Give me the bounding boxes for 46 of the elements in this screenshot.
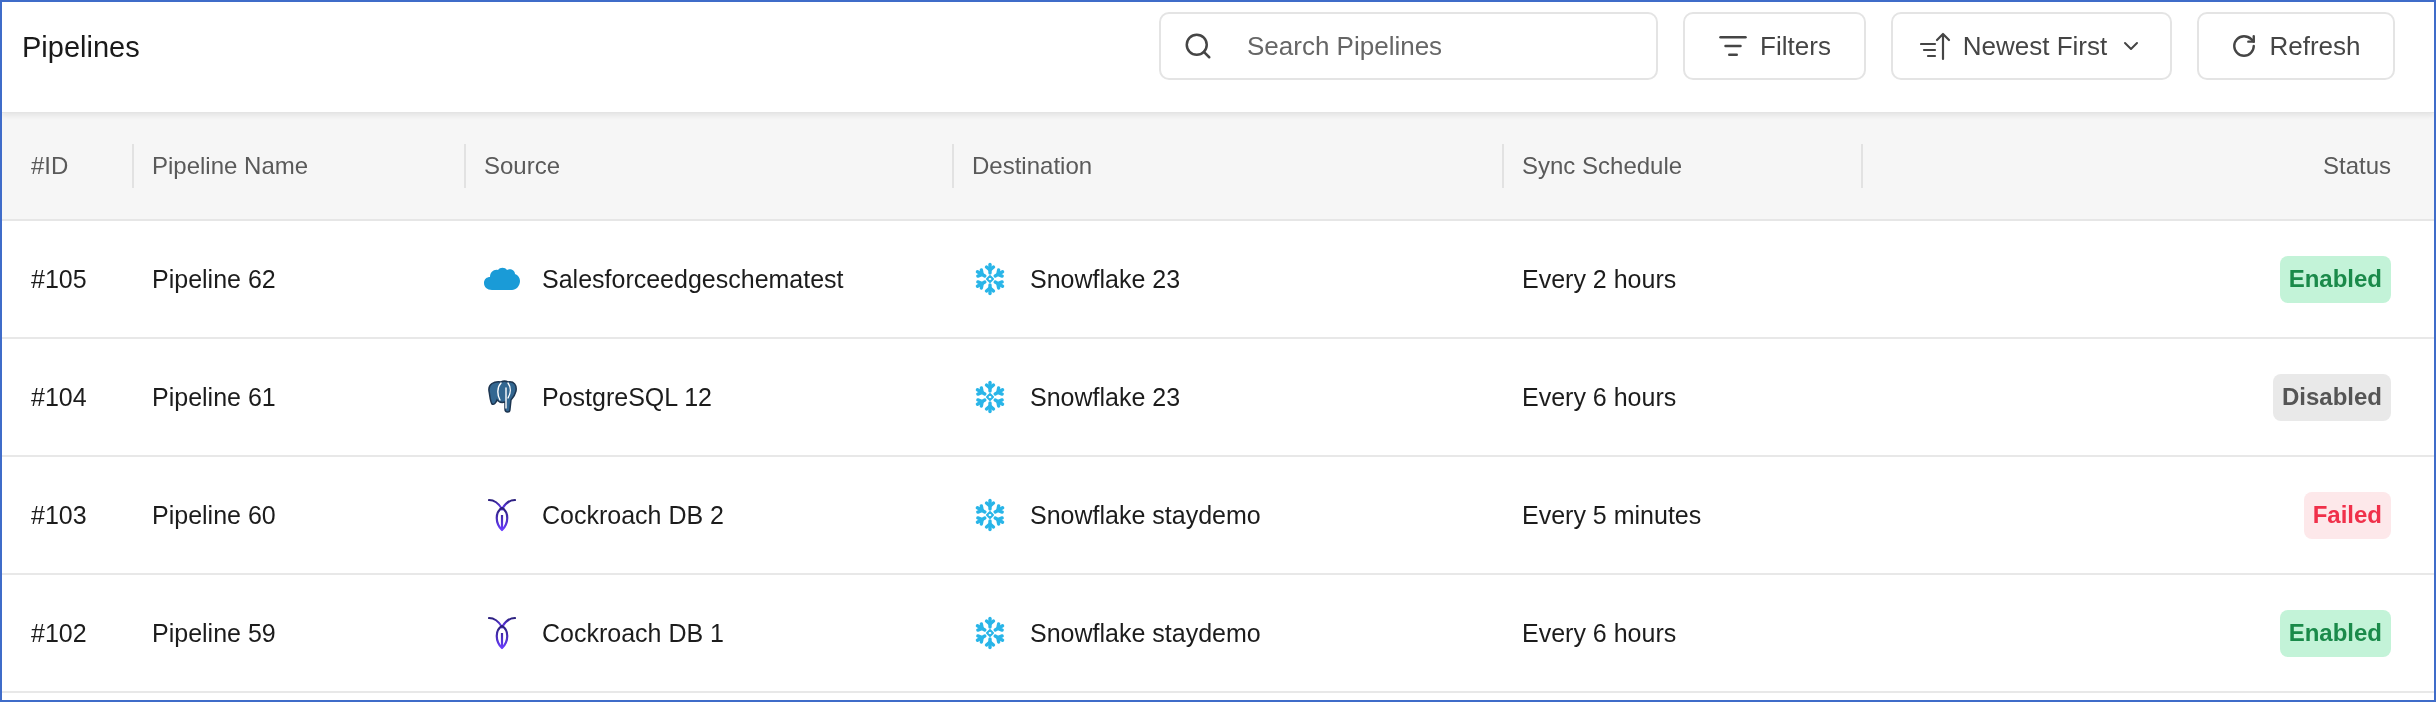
status-badge: Enabled (2279, 255, 2391, 303)
pipeline-id: #104 (31, 382, 87, 412)
status-badge: Enabled (2279, 609, 2391, 657)
column-header: #ID (31, 152, 69, 180)
pipeline-name: Pipeline 61 (152, 382, 276, 412)
snowflake-icon (973, 498, 1007, 532)
status-badge: Failed (2303, 491, 2391, 539)
column-header: Pipeline Name (152, 152, 309, 180)
pipeline-id: #102 (31, 618, 87, 648)
pipeline-name: Pipeline 60 (152, 500, 276, 530)
pipeline-name: Pipeline 59 (152, 618, 276, 648)
snowflake-icon (973, 616, 1007, 650)
insect-icon (488, 498, 516, 532)
search-field[interactable]: Search Pipelines (1159, 12, 1658, 80)
source-name: Cockroach DB 2 (542, 500, 725, 530)
elephant-icon (486, 380, 518, 414)
sync-schedule: Every 5 minutes (1522, 500, 1702, 530)
source-name: Cockroach DB 1 (542, 618, 725, 648)
sort-icon (1919, 31, 1951, 61)
search-icon (1183, 31, 1213, 61)
destination-name: Snowflake 23 (1030, 382, 1181, 412)
column-header: Source (484, 152, 561, 180)
sync-schedule: Every 6 hours (1522, 382, 1677, 412)
destination-name: Snowflake staydemo (1030, 618, 1261, 648)
column-header: Status (2322, 152, 2391, 180)
source-name: Salesforceedgeschematest (542, 264, 844, 294)
pipeline-id: #105 (31, 264, 87, 294)
sync-schedule: Every 6 hours (1522, 618, 1677, 648)
filters-button[interactable]: Filters (1683, 12, 1866, 80)
sort-button[interactable]: Newest First (1891, 12, 2172, 80)
column-header: Sync Schedule (1522, 152, 1683, 180)
refresh-button[interactable]: Refresh (2197, 12, 2395, 80)
refresh-icon (2231, 33, 2258, 59)
destination-name: Snowflake 23 (1030, 264, 1181, 294)
snowflake-icon (973, 380, 1007, 414)
status-badge: Disabled (2272, 373, 2391, 421)
column-header: Destination (972, 152, 1093, 180)
pipeline-id: #103 (31, 500, 87, 530)
page-title: Pipelines (22, 30, 140, 65)
destination-name: Snowflake staydemo (1030, 500, 1261, 530)
source-name: PostgreSQL 12 (542, 382, 712, 412)
cloud-icon (484, 267, 520, 291)
insect-icon (488, 616, 516, 650)
sync-schedule: Every 2 hours (1522, 264, 1677, 294)
snowflake-icon (973, 262, 1007, 296)
pipeline-name: Pipeline 62 (152, 264, 276, 294)
